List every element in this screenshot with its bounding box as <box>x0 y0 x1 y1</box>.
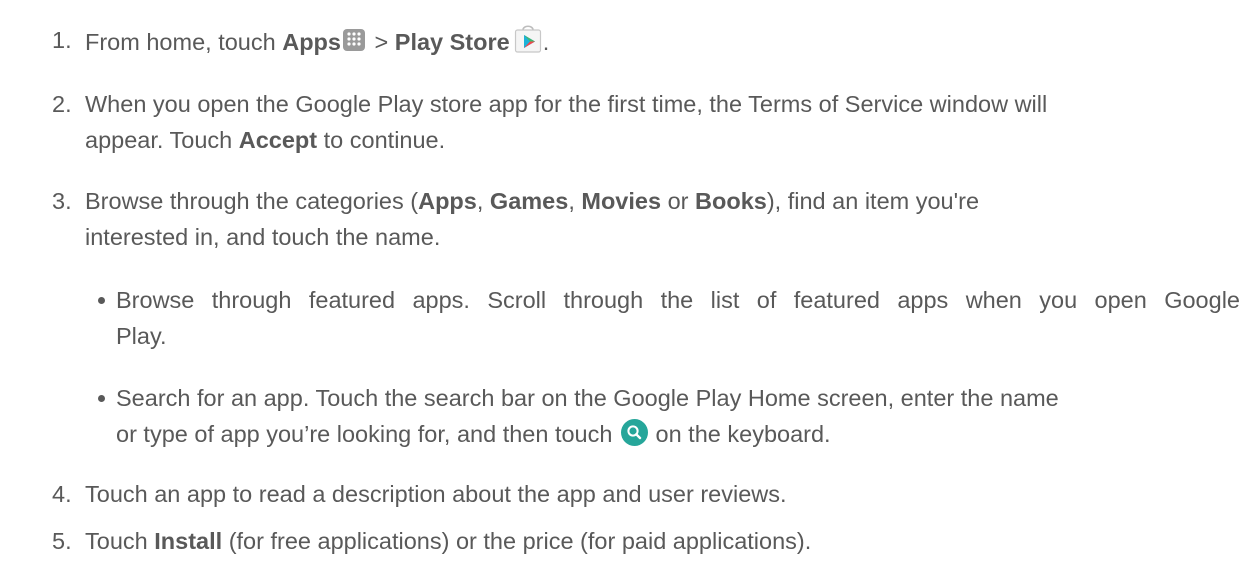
bullet-text: on the keyboard. <box>648 421 831 447</box>
step-text: From home, touch <box>85 29 283 55</box>
step-text: Browse through the categories ( <box>85 188 419 214</box>
install-label: Install <box>154 528 223 554</box>
accept-label: Accept <box>238 127 318 153</box>
play-store-label: Play Store <box>394 29 510 55</box>
bullet-text: Play. <box>116 323 167 349</box>
step-text: When you open the Google Play store app … <box>85 91 1048 117</box>
apps-grid-icon <box>342 29 365 51</box>
category-books-label: Books <box>695 188 767 214</box>
instructions-document: 1. From home, touch Apps > Play Store . … <box>0 0 1251 566</box>
bullet-dot <box>98 297 105 304</box>
bullet-text: Browse through featured apps. Scroll thr… <box>116 287 1240 313</box>
category-games-label: Games <box>489 188 569 214</box>
step-text: (for free applications) or the price (fo… <box>222 528 812 554</box>
step-text: to continue. <box>317 127 446 153</box>
step-text: , <box>476 188 490 214</box>
step-number: 4. <box>52 481 72 507</box>
step-text: , <box>568 188 582 214</box>
step-text: or <box>661 188 696 214</box>
step-text: ), find an item you're <box>766 188 980 214</box>
bullet-text: Search for an app. Touch the search bar … <box>116 385 1059 411</box>
search-icon <box>620 419 648 446</box>
step-text: Touch <box>85 528 155 554</box>
category-apps-label: Apps <box>418 188 477 214</box>
step-number: 2. <box>52 91 72 117</box>
step-text: . <box>542 29 550 55</box>
bullet-text: or type of app you’re looking for, and t… <box>116 421 619 447</box>
step-text: Touch an app to read a description about… <box>85 481 787 507</box>
category-movies-label: Movies <box>581 188 662 214</box>
apps-label: Apps <box>282 29 341 55</box>
step-text: interested in, and touch the name. <box>85 224 441 250</box>
step-number: 3. <box>52 188 72 214</box>
bullet-dot <box>98 395 105 402</box>
step-text-separator: > <box>367 29 395 55</box>
step-number: 1. <box>52 27 72 53</box>
step-number: 5. <box>52 528 72 554</box>
step-text: appear. Touch <box>85 127 239 153</box>
play-store-icon <box>514 22 542 54</box>
